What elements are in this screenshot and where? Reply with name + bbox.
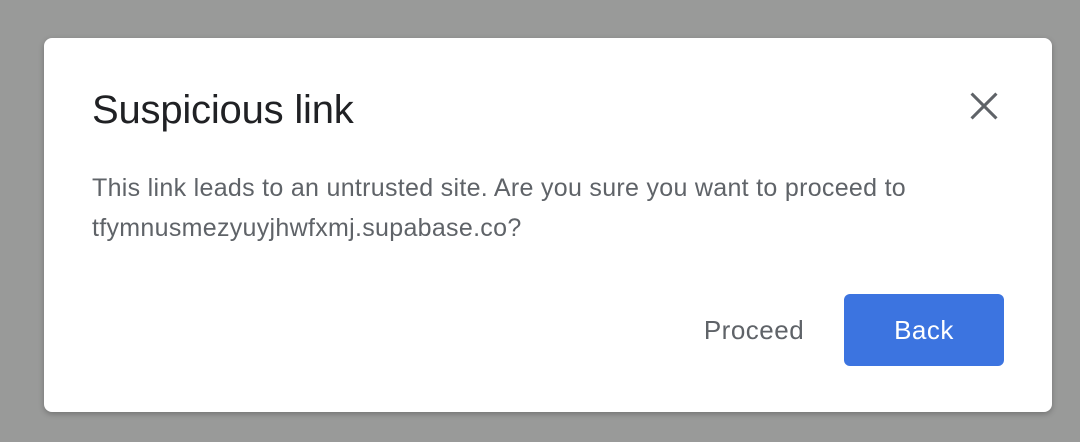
dialog-title: Suspicious link [92,88,354,132]
proceed-button[interactable]: Proceed [684,294,824,366]
close-button[interactable] [960,82,1008,130]
suspicious-link-dialog: Suspicious link This link leads to an un… [44,38,1052,412]
dialog-actions: Proceed Back [684,294,1004,366]
back-button[interactable]: Back [844,294,1004,366]
close-icon [970,92,998,120]
dialog-message: This link leads to an untrusted site. Ar… [92,174,907,242]
